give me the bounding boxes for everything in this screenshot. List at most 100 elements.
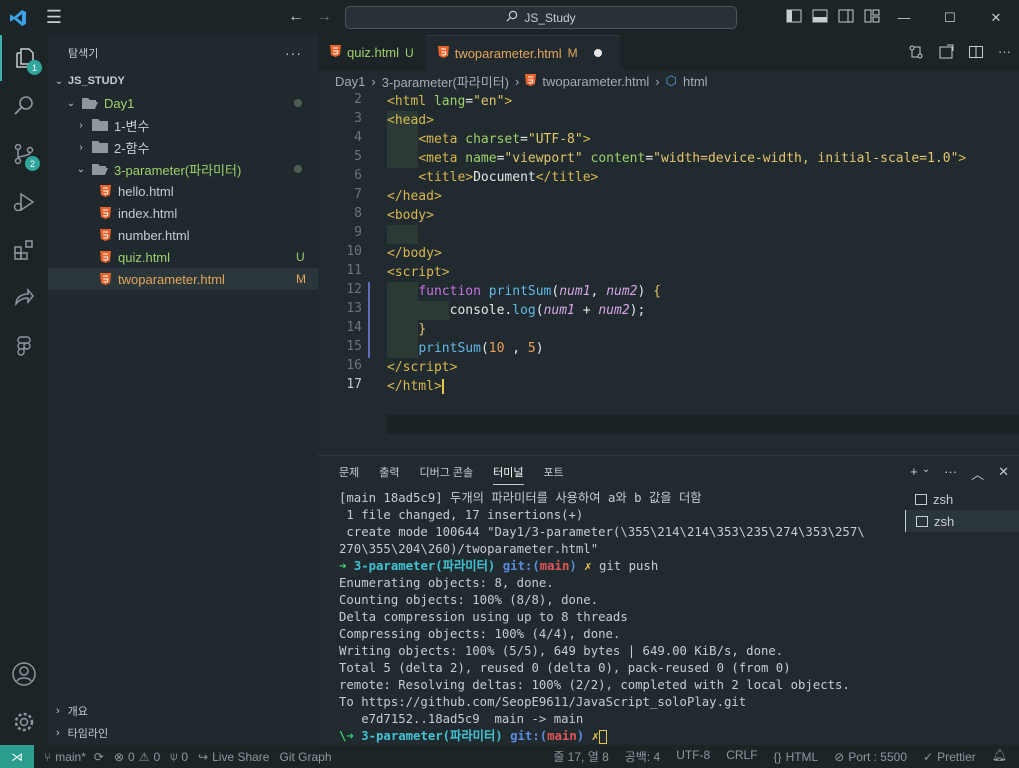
toggle-primary-sidebar-icon[interactable]	[786, 9, 802, 26]
braces-icon: {}	[773, 749, 782, 764]
tab-terminal[interactable]: 터미널	[493, 464, 524, 485]
file-quiz-html[interactable]: quiz.html U	[48, 246, 318, 268]
file-number-html[interactable]: number.html	[48, 224, 318, 246]
modified-dot	[294, 165, 302, 173]
terminal-instance-2[interactable]: zsh	[905, 510, 1019, 532]
folder-3-parameter[interactable]: ⌄ 3-parameter(파라미터)	[48, 158, 318, 180]
forward-arrow-icon[interactable]: →	[316, 8, 332, 26]
terminal-instance-1[interactable]: zsh	[905, 488, 1019, 510]
cursor-position[interactable]: 줄 17, 열 8	[553, 748, 608, 765]
remote-indicator-icon[interactable]: ⋊	[0, 745, 34, 768]
command-center-search[interactable]: JS_Study	[345, 6, 737, 29]
text-cursor	[441, 379, 444, 394]
code-line-2: <html lang="en">	[387, 94, 513, 109]
toggle-panel-icon[interactable]	[812, 9, 828, 26]
minimize-icon[interactable]: —	[881, 0, 927, 35]
outline-section[interactable]: › 개요	[48, 700, 318, 722]
modified-status: M	[296, 272, 306, 286]
encoding[interactable]: UTF-8	[676, 748, 710, 765]
customize-layout-icon[interactable]	[864, 9, 880, 26]
search-text: JS_Study	[524, 10, 576, 25]
current-line-highlight	[386, 415, 1019, 434]
close-panel-icon[interactable]: ✕	[998, 464, 1009, 483]
file-index-html[interactable]: index.html	[48, 202, 318, 224]
code-line-10: </body>	[387, 246, 442, 261]
chevron-down-icon: ⌄	[76, 163, 86, 175]
breadcrumb-file[interactable]: twoparameter.html	[542, 74, 649, 89]
menu-hamburger-icon[interactable]: ☰	[36, 0, 72, 35]
close-icon[interactable]: ✕	[973, 0, 1019, 35]
account-icon[interactable]	[0, 651, 48, 697]
folder-2-functions[interactable]: › 2-함수	[48, 136, 318, 158]
indentation[interactable]: 공백: 4	[625, 748, 660, 765]
breadcrumb-symbol[interactable]: html	[683, 74, 708, 89]
workspace-root[interactable]: ⌄ JS_STUDY	[48, 70, 318, 92]
more-actions-icon[interactable]: ···	[285, 45, 302, 61]
live-server-port[interactable]: ⊘ Port : 5500	[834, 748, 907, 765]
file-twoparameter-html[interactable]: twoparameter.html M	[48, 268, 318, 290]
explorer-badge: 1	[27, 60, 42, 75]
more-actions-icon[interactable]: ···	[944, 464, 957, 483]
prettier-status[interactable]: ✓ Prettier	[923, 748, 976, 765]
open-changes-icon[interactable]	[938, 44, 954, 63]
maximize-icon[interactable]: ☐	[927, 0, 973, 35]
unsaved-dot-icon[interactable]	[593, 49, 602, 57]
cube-symbol-icon: ⬡	[665, 73, 677, 88]
language-mode[interactable]: {} HTML	[774, 748, 819, 765]
more-actions-icon[interactable]: ···	[998, 44, 1011, 63]
problems-indicator[interactable]: ⊗ 0 ⚠ 0	[114, 750, 160, 764]
vscode-window: ☰ ← → JS_Study — ☐ ✕ 1 2 탐색기 ··· ⌄ JS_ST…	[0, 0, 1019, 768]
terminal-output[interactable]: [main 18ad5c9] 두개의 파라미터를 사용하여 a와 b 값을 더함…	[339, 490, 899, 745]
terminal-icon	[915, 493, 927, 505]
toggle-secondary-sidebar-icon[interactable]	[838, 9, 854, 26]
chevron-down-icon[interactable]: ⌄	[922, 464, 930, 483]
tab-twoparameter-html[interactable]: twoparameter.html M	[425, 35, 620, 70]
new-terminal-icon[interactable]: +	[910, 464, 918, 483]
split-editor-icon[interactable]	[968, 44, 984, 63]
code-line-7: </head>	[387, 189, 442, 204]
compare-changes-icon[interactable]	[908, 44, 924, 63]
tab-output[interactable]: 출력	[379, 464, 399, 480]
timeline-section[interactable]: › 타임라인	[48, 722, 318, 744]
code-line-8: <body>	[387, 208, 434, 223]
tab-ports[interactable]: 포트	[544, 464, 564, 480]
run-debug-icon[interactable]	[0, 179, 48, 225]
settings-gear-icon[interactable]	[0, 699, 48, 745]
git-graph-button[interactable]: Git Graph	[279, 750, 331, 764]
ports-indicator[interactable]: ⍦ 0	[170, 749, 188, 764]
live-share-icon[interactable]	[0, 275, 48, 321]
git-branch-icon: ⑂	[44, 749, 52, 764]
html5-file-icon	[100, 273, 111, 285]
terminal-list: zsh zsh	[905, 488, 1019, 532]
folder-1-variables[interactable]: › 1-변수	[48, 114, 318, 136]
double-check-icon: ✓	[923, 749, 934, 764]
chevron-right-icon: ›	[56, 705, 60, 717]
tab-debug-console[interactable]: 디버그 콘솔	[420, 464, 474, 480]
html5-file-icon	[525, 73, 537, 89]
figma-icon[interactable]	[0, 323, 48, 369]
html5-file-icon	[100, 207, 111, 219]
notifications-bell-icon[interactable]: 🔔︎	[992, 748, 1007, 765]
back-arrow-icon[interactable]: ←	[288, 8, 304, 26]
branch-indicator[interactable]: ⑂ main* ⟳	[44, 750, 104, 764]
breadcrumb-day1[interactable]: Day1	[335, 74, 365, 89]
breadcrumb-folder[interactable]: 3-parameter(파라미터)	[382, 72, 509, 91]
live-share-button[interactable]: ↪ Live Share	[198, 750, 269, 764]
search-icon	[506, 10, 518, 25]
extensions-icon[interactable]	[0, 227, 48, 273]
end-of-line[interactable]: CRLF	[726, 748, 757, 765]
modified-dot	[294, 99, 302, 107]
terminal-icon	[916, 515, 928, 527]
html5-file-icon	[100, 185, 111, 197]
search-view-icon[interactable]	[0, 83, 48, 129]
activity-bar: 1 2	[0, 35, 48, 745]
maximize-panel-icon[interactable]: ︿	[971, 464, 984, 483]
untracked-status: U	[296, 250, 305, 264]
folder-day1[interactable]: ⌄ Day1	[48, 92, 318, 114]
tab-quiz-html[interactable]: quiz.html U	[318, 35, 426, 70]
file-hello-html[interactable]: hello.html	[48, 180, 318, 202]
source-control-icon[interactable]: 2	[0, 131, 48, 177]
tab-problems[interactable]: 문제	[339, 464, 359, 480]
explorer-icon[interactable]: 1	[0, 35, 48, 81]
